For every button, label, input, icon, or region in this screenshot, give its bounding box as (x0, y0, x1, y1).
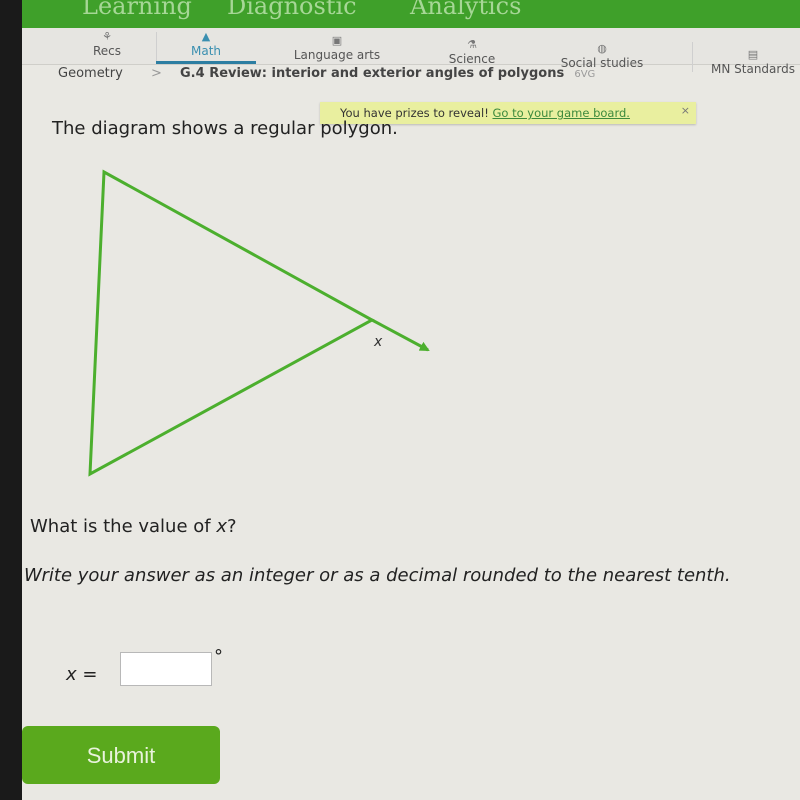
degree-symbol: ° (214, 646, 223, 667)
close-icon[interactable]: × (681, 100, 690, 122)
subnav-item-mn-standards[interactable]: ▤ MN Standards (698, 46, 800, 82)
answer-input[interactable] (120, 652, 212, 686)
subnav-item-recs[interactable]: ⚘ Recs (62, 28, 152, 64)
subnav-item-math[interactable]: ▲ Math (156, 28, 256, 64)
science-icon: ⚗ (467, 38, 477, 51)
breadcrumb-geometry[interactable]: Geometry (58, 66, 123, 81)
book-icon: ▣ (331, 34, 343, 47)
triangle (88, 169, 376, 477)
ask-text: What is the value of (30, 516, 217, 537)
subnav-label: Recs (92, 44, 122, 58)
globe-icon: ◍ (597, 42, 607, 55)
answer-var: x (66, 664, 77, 685)
standards-icon: ▤ (747, 48, 759, 61)
ask-end: ? (227, 516, 237, 537)
answer-eq: = (76, 664, 98, 685)
skill-code: 6VG (574, 69, 596, 80)
subnav-label: Language arts (293, 48, 381, 62)
subnav-label: MN Standards (711, 62, 795, 76)
polygon-diagram: x (88, 169, 430, 477)
breadcrumb-separator: > (150, 66, 162, 81)
submit-button[interactable]: Submit (22, 726, 220, 784)
subnav-item-language-arts[interactable]: ▣ Language arts (272, 32, 402, 68)
game-board-link[interactable]: Go to your game board. (492, 106, 629, 120)
tab-diagnostic[interactable]: Diagnostic (227, 0, 357, 20)
recs-icon: ⚘ (102, 30, 112, 43)
breadcrumb: Geometry > G.4 Review: interior and exte… (58, 66, 595, 81)
divider (692, 42, 693, 72)
angle-label-x: x (373, 334, 383, 350)
active-tab-indicator (156, 61, 256, 64)
answer-label: x = (66, 664, 97, 685)
tab-learning[interactable]: Learning (82, 0, 192, 20)
question-prompt: The diagram shows a regular polygon. (52, 118, 398, 139)
screen: Learning Diagnostic Analytics ⚘ Recs ▲ M… (22, 0, 800, 800)
math-icon: ▲ (201, 30, 211, 43)
breadcrumb-skill: G.4 Review: interior and exterior angles… (180, 66, 565, 81)
question-instruction: Write your answer as an integer or as a … (24, 565, 731, 586)
ask-var: x (216, 516, 227, 537)
subject-nav: ⚘ Recs ▲ Math ▣ Language arts ⚗ Science … (22, 28, 800, 76)
subnav-label: Science (448, 52, 496, 66)
subnav-label: Math (190, 44, 222, 58)
top-nav-bar: Learning Diagnostic Analytics (22, 0, 800, 28)
tab-analytics[interactable]: Analytics (410, 0, 521, 20)
question-ask: What is the value of x? (30, 516, 237, 537)
